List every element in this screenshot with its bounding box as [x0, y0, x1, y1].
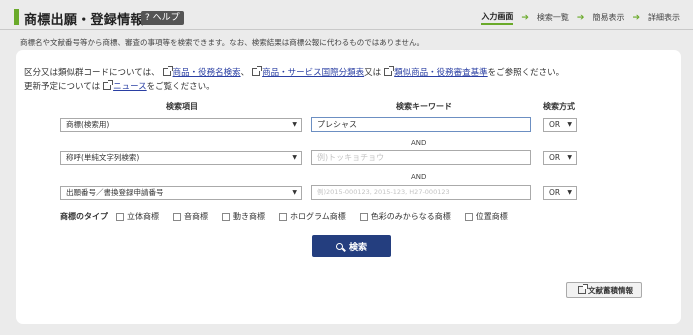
and-label: AND — [411, 173, 427, 181]
checkbox-hologram-mark[interactable]: ホログラム商標 — [279, 211, 346, 222]
checkbox-box[interactable] — [464, 212, 473, 221]
reference-prefix: 区分又は類似群コードについては、 — [24, 68, 160, 78]
search-item-select-1[interactable]: 商標(検索用) ▼ — [60, 118, 302, 132]
checkbox-box[interactable] — [116, 212, 124, 221]
column-header-method: 検索方式 — [543, 102, 575, 111]
column-header-item: 検索項目 — [166, 102, 198, 111]
dropdown-arrow-icon: ▼ — [567, 121, 572, 128]
and-label: AND — [411, 139, 427, 147]
step-label: 検索一覧 — [536, 13, 569, 22]
checkbox-position-mark[interactable]: 位置商標 — [464, 211, 508, 222]
checkbox-label: 位置商標 — [475, 212, 508, 221]
external-link-icon — [578, 284, 588, 294]
dropdown-arrow-icon: ▼ — [292, 121, 297, 128]
dropdown-arrow-icon: ▼ — [567, 189, 572, 196]
checkbox-label: 色彩のみからなる商標 — [370, 212, 451, 221]
checkbox-box[interactable] — [222, 212, 230, 221]
select-value: 商標(検索用) — [66, 120, 110, 129]
search-method-select-3[interactable]: OR ▼ — [543, 186, 577, 200]
link-international-classification[interactable]: 商品・サービス国際分類表 — [262, 68, 364, 78]
search-button-label: 検索 — [348, 242, 367, 253]
link-examination-guidelines[interactable]: 類似商品・役務審査基準 — [394, 68, 488, 78]
dropdown-arrow-icon: ▼ — [292, 154, 297, 161]
search-item-select-2[interactable]: 称呼(単純文字列検索) ▼ — [60, 151, 302, 165]
select-value: 出願番号／書換登録申請番号 — [66, 188, 164, 197]
step-label: 詳細表示 — [648, 13, 680, 22]
dropdown-arrow-icon: ▼ — [292, 189, 297, 196]
step-label: 入力画面 — [481, 11, 514, 25]
step-arrow-icon: ➔ — [576, 13, 585, 23]
search-item-select-3[interactable]: 出願番号／書換登録申請番号 ▼ — [60, 186, 302, 200]
update-suffix: をご覧ください。 — [146, 82, 215, 92]
checkbox-label: ホログラム商標 — [290, 212, 346, 221]
document-accumulation-button[interactable]: 文献蓄積情報 — [566, 282, 642, 298]
separator: 又は — [364, 68, 382, 78]
checkbox-box[interactable] — [279, 212, 287, 221]
page-description: 商標名や文献番号等から商標、審査の事項等を検索できます。なお、検索結果は商標公報… — [20, 38, 425, 47]
checkbox-sound-mark[interactable]: 音商標 — [173, 211, 208, 222]
step-arrow-icon: ➔ — [632, 13, 640, 23]
reference-line-1: 区分又は類似群コードについては、 商品・役務名検索、 商品・サービス国際分類表又は 類… — [24, 66, 564, 80]
select-value: OR — [549, 153, 561, 162]
step-input: 入力画面 ➔ — [481, 11, 537, 25]
step-indicator: 入力画面 ➔ 検索一覧 ➔ 簡易表示 ➔ 詳細表示 — [481, 11, 680, 25]
checkbox-box[interactable] — [173, 212, 181, 221]
column-header-keyword: 検索キーワード — [396, 102, 452, 111]
link-goods-services-search[interactable]: 商品・役務名検索 — [173, 68, 241, 78]
checkbox-3d-mark[interactable]: 立体商標 — [116, 211, 159, 222]
select-value: OR — [549, 188, 561, 197]
search-button[interactable]: 検索 — [312, 235, 391, 257]
help-button[interactable]: ? ヘルプ — [141, 11, 184, 25]
keyword-input-2[interactable]: 例)トッキョチョウ — [311, 150, 531, 165]
search-method-select-1[interactable]: OR ▼ — [543, 118, 577, 132]
external-link-icon — [162, 66, 173, 76]
reference-info: 区分又は類似群コードについては、 商品・役務名検索、 商品・サービス国際分類表又は 類… — [24, 66, 564, 94]
external-link-icon — [103, 80, 114, 90]
checkbox-motion-mark[interactable]: 動き商標 — [222, 211, 265, 222]
page-header: 商標出願・登録情報 ? ヘルプ 入力画面 ➔ 検索一覧 ➔ 簡易表示 ➔ 詳細表… — [0, 0, 693, 30]
separator: 、 — [240, 68, 250, 78]
mark-type-filter: 商標のタイプ 立体商標 音商標 動き商標 ホログラム商標 色彩のみからなる商標 … — [60, 211, 522, 222]
reference-suffix: をご参照ください。 — [487, 68, 565, 78]
step-detail: 詳細表示 — [648, 12, 680, 24]
checkbox-label: 音商標 — [184, 212, 208, 221]
search-method-select-2[interactable]: OR ▼ — [543, 151, 577, 165]
page-title: 商標出願・登録情報 — [24, 13, 144, 28]
dropdown-arrow-icon: ▼ — [567, 154, 572, 161]
checkbox-label: 動き商標 — [233, 212, 265, 221]
keyword-input-1[interactable]: プレシャス — [311, 117, 531, 132]
checkbox-color-mark[interactable]: 色彩のみからなる商標 — [359, 211, 451, 222]
reference-line-2: 更新予定については ニュースをご覧ください。 — [24, 80, 564, 94]
update-prefix: 更新予定については — [24, 82, 101, 92]
keyword-input-3[interactable]: 例)2015-000123, 2015-123, H27-000123 — [311, 185, 531, 200]
checkbox-box[interactable] — [359, 212, 368, 221]
mark-type-title: 商標のタイプ — [60, 212, 108, 221]
select-value: 称呼(単純文字列検索) — [66, 153, 140, 162]
external-link-icon — [384, 66, 395, 76]
search-panel: 区分又は類似群コードについては、 商品・役務名検索、 商品・サービス国際分類表又は 類… — [16, 50, 681, 324]
select-value: OR — [549, 120, 561, 129]
step-simple: 簡易表示 ➔ — [592, 12, 648, 24]
link-news[interactable]: ニュース — [113, 82, 147, 92]
doc-button-label: 文献蓄積情報 — [588, 285, 633, 295]
external-link-icon — [252, 66, 263, 76]
title-accent-bar — [14, 9, 19, 25]
step-label: 簡易表示 — [592, 13, 625, 22]
step-arrow-icon: ➔ — [521, 13, 529, 23]
checkbox-label: 立体商標 — [127, 212, 159, 221]
step-list: 検索一覧 ➔ — [537, 12, 593, 24]
search-icon — [335, 242, 343, 250]
